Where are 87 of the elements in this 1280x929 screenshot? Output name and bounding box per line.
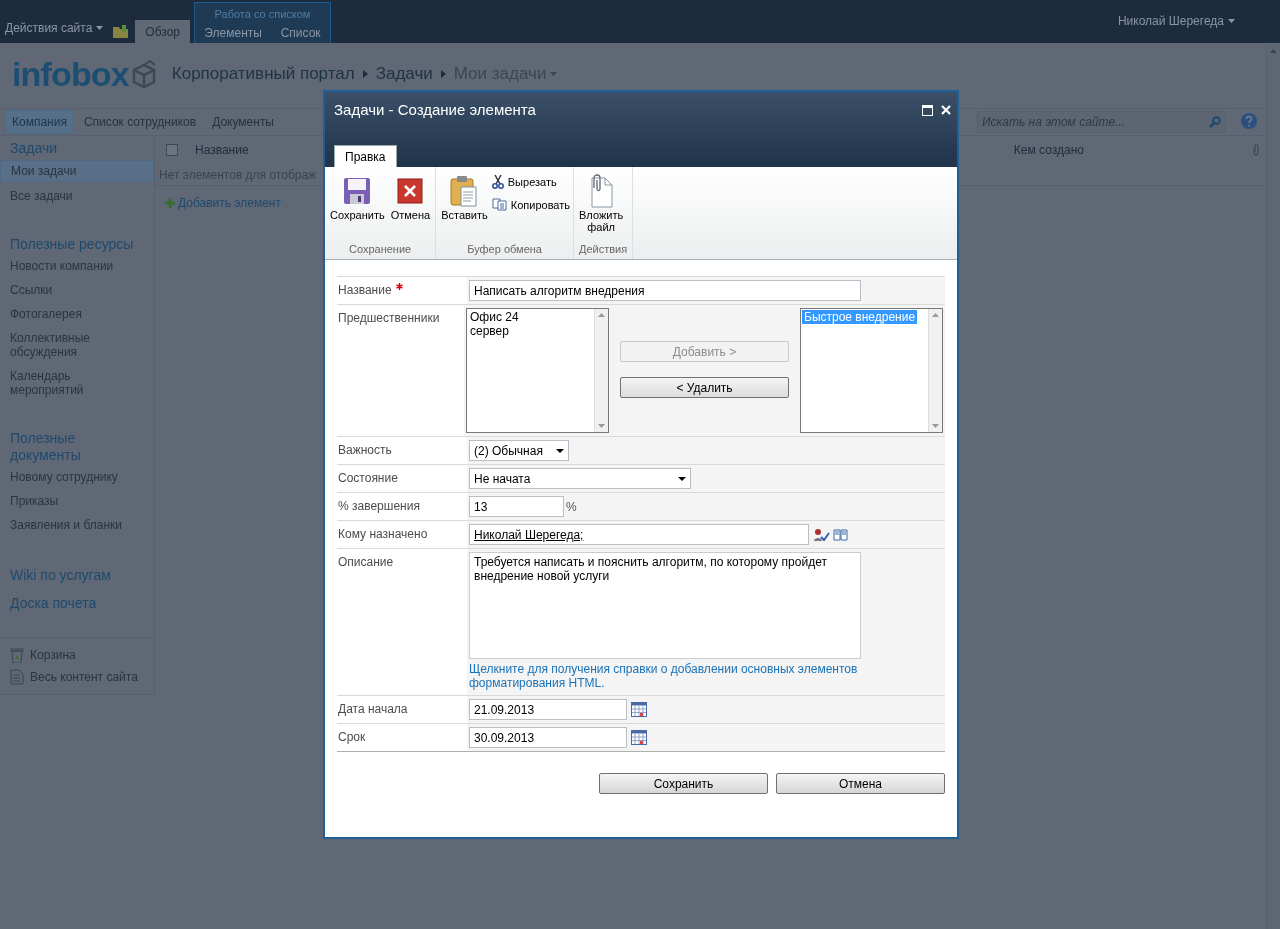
- list-option[interactable]: Быстрое внедрение: [802, 310, 918, 324]
- caret-icon: [556, 448, 564, 453]
- chevron-icon: [362, 70, 368, 78]
- calendar-icon[interactable]: [631, 730, 647, 745]
- breadcrumb-link[interactable]: Корпоративный портал: [171, 61, 355, 87]
- date-field[interactable]: 30.09.2013: [469, 727, 627, 748]
- scroll-up-icon[interactable]: [1270, 49, 1277, 53]
- field-label: Кому назначено: [338, 526, 428, 543]
- field-label: Состояние: [338, 470, 398, 487]
- sidebar-heading[interactable]: Полезные ресурсы: [0, 236, 154, 253]
- address-book-icon[interactable]: [833, 528, 848, 541]
- list-option[interactable]: сервер: [468, 324, 511, 338]
- column-header[interactable]: Название: [195, 141, 249, 159]
- column-header[interactable]: Кем создано: [1013, 141, 1084, 159]
- check-names-icon[interactable]: [813, 527, 830, 542]
- chevron-icon: [440, 70, 446, 78]
- plus-icon: [165, 198, 175, 208]
- scroll-down-icon[interactable]: [598, 424, 605, 428]
- listbox[interactable]: Офис 24 сервер: [466, 308, 609, 433]
- attach-file-icon: [588, 174, 615, 208]
- ribbon-tab[interactable]: Список: [278, 24, 323, 42]
- ribbon-group-label: Действия: [578, 241, 629, 257]
- help-icon[interactable]: [1241, 113, 1257, 129]
- field-label: Дата начала: [338, 701, 408, 718]
- scissors-icon: [491, 175, 504, 190]
- sidebar-heading[interactable]: Задачи: [0, 140, 154, 157]
- text-field[interactable]: 13: [469, 496, 564, 517]
- dropdown[interactable]: Не начата: [469, 468, 691, 489]
- close-icon[interactable]: [941, 105, 951, 116]
- ribbon-group-label: Буфер обмена: [466, 241, 543, 257]
- list-option[interactable]: Офис 24: [468, 310, 521, 324]
- ribbon-button[interactable]: Копировать: [491, 196, 570, 213]
- scroll-up-icon[interactable]: [598, 313, 605, 317]
- add-item-link[interactable]: Добавить элемент: [178, 194, 281, 212]
- field-label: Важность: [338, 442, 392, 459]
- caret-icon: [1228, 18, 1235, 23]
- field-label: Название: [338, 282, 392, 299]
- move-button[interactable]: < Удалить: [620, 377, 789, 398]
- nav-tab[interactable]: Документы: [206, 110, 280, 134]
- scroll-down-icon[interactable]: [932, 424, 939, 428]
- ribbon-group-label: Сохранение: [347, 241, 413, 257]
- clipboard-icon: [450, 175, 479, 207]
- trash-icon: [10, 647, 24, 663]
- document-icon: [10, 669, 24, 685]
- sidebar-heading[interactable]: Wiki по услугам: [0, 567, 154, 584]
- cancel-icon: [397, 178, 424, 204]
- text-field[interactable]: Написать алгоритм внедрения: [469, 280, 861, 301]
- ribbon-tab[interactable]: Обзор: [135, 20, 190, 43]
- scroll-up-icon[interactable]: [932, 313, 939, 317]
- caret-icon: [550, 72, 558, 76]
- percent-sign: %: [566, 498, 577, 516]
- dialog-title: Задачи - Создание элемента: [334, 100, 536, 120]
- sidebar-item[interactable]: Мои задачи: [0, 160, 154, 182]
- date-field[interactable]: 21.09.2013: [469, 699, 627, 720]
- scrollbar[interactable]: [1266, 43, 1280, 929]
- ribbon-tab[interactable]: Правка: [334, 145, 397, 167]
- nav-tab[interactable]: Список сотрудников: [77, 110, 203, 134]
- dropdown[interactable]: (2) Обычная: [469, 440, 569, 461]
- field-label: % завершения: [338, 498, 420, 515]
- calendar-icon[interactable]: [631, 702, 647, 717]
- maximize-icon[interactable]: [922, 104, 933, 116]
- context-group-title: Работа со списком: [213, 7, 312, 22]
- form-button[interactable]: Сохранить: [599, 773, 768, 794]
- select-all-checkbox[interactable]: [166, 144, 178, 156]
- field-label: Описание: [338, 554, 394, 571]
- site-logo[interactable]: infobox: [12, 57, 129, 91]
- form-button[interactable]: Отмена: [776, 773, 945, 794]
- copy-icon: [491, 198, 507, 212]
- site-actions-menu[interactable]: Действия сайта: [5, 19, 104, 37]
- field-label: Предшественники: [338, 310, 440, 327]
- search-icon[interactable]: [1209, 116, 1221, 128]
- caret-icon: [96, 26, 104, 30]
- breadcrumb-link[interactable]: Задачи: [375, 61, 433, 87]
- folder-icon: [113, 24, 130, 38]
- paperclip-icon: [1252, 144, 1260, 156]
- user-menu[interactable]: Николай Шерегеда: [1117, 11, 1235, 30]
- nav-tab[interactable]: Компания: [5, 110, 74, 134]
- ribbon-tab[interactable]: Элементы: [202, 24, 264, 42]
- sidebar-heading[interactable]: Полезные документы: [0, 430, 154, 464]
- description-textarea[interactable]: Требуется написать и пояснить алгоритм, по которому пройдет внедрение новой услуги: [469, 552, 861, 659]
- help-link[interactable]: Щелкните для получения справки о добавлении основных элементов форматирования HTML.: [469, 662, 889, 690]
- box-icon: [130, 60, 157, 88]
- listbox[interactable]: Быстрое внедрение: [800, 308, 943, 433]
- caret-icon: [678, 476, 686, 481]
- people-picker-field[interactable]: Николай Шерегеда;: [469, 524, 809, 545]
- sidebar-heading[interactable]: Доска почета: [0, 595, 154, 612]
- field-label: Срок: [338, 729, 366, 746]
